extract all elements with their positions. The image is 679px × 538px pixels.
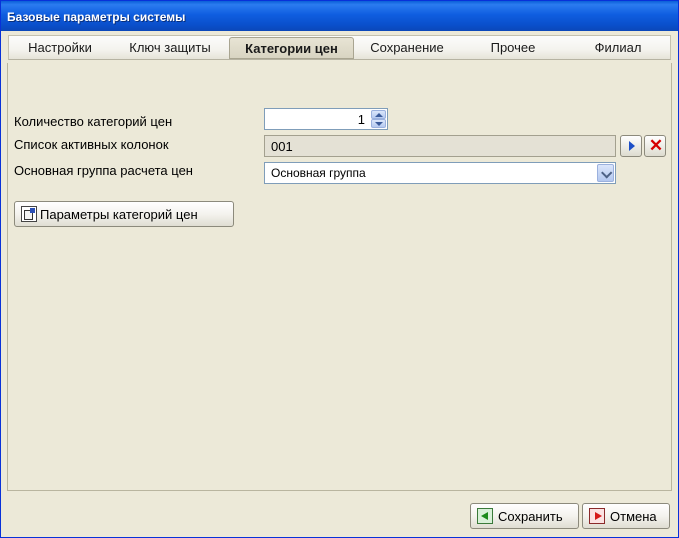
active-columns-label: Список активных колонок [14, 137, 169, 152]
main-price-group-value: Основная группа [271, 166, 366, 180]
cancel-button[interactable]: Отмена [582, 503, 670, 529]
clear-columns-button[interactable]: ✕ [644, 135, 666, 157]
stepper-buttons [371, 110, 386, 128]
save-icon [477, 508, 493, 524]
settings-sheet-icon [21, 206, 37, 222]
save-button[interactable]: Сохранить [470, 503, 579, 529]
window-title: Базовые параметры системы [7, 10, 186, 24]
save-button-label: Сохранить [498, 509, 563, 524]
active-columns-field: 001 [264, 135, 616, 157]
dialog-window: Базовые параметры системы Настройки Ключ… [0, 0, 679, 538]
tab-strip: Настройки Ключ защиты Категории цен Сохр… [8, 35, 671, 60]
tab-prochee[interactable]: Прочее [469, 36, 557, 59]
cancel-button-label: Отмена [610, 509, 657, 524]
cancel-icon [589, 508, 605, 524]
tab-kategorii-tsen[interactable]: Категории цен [229, 37, 354, 59]
client-area: Настройки Ключ защиты Категории цен Сохр… [4, 31, 675, 535]
price-categories-count-label: Количество категорий цен [14, 114, 173, 129]
active-columns-value: 001 [271, 139, 293, 154]
tab-panel: Количество категорий цен 1 Список активн… [7, 63, 672, 491]
tab-filial[interactable]: Филиал [572, 36, 664, 59]
title-bar[interactable]: Базовые параметры системы [1, 1, 678, 31]
close-icon: ✕ [648, 136, 664, 155]
select-columns-button[interactable] [620, 135, 642, 157]
tab-sokhranenie[interactable]: Сохранение [357, 36, 457, 59]
price-category-params-label: Параметры категорий цен [40, 207, 198, 222]
main-price-group-label: Основная группа расчета цен [14, 163, 193, 178]
main-price-group-select[interactable]: Основная группа [264, 162, 616, 184]
price-categories-count-stepper[interactable]: 1 [264, 108, 388, 130]
price-category-params-button[interactable]: Параметры категорий цен [14, 201, 234, 227]
decrement-icon[interactable] [371, 119, 386, 128]
tab-nastroyki[interactable]: Настройки [12, 36, 108, 59]
arrow-right-icon [629, 141, 635, 151]
tab-klyuch-zashchity[interactable]: Ключ защиты [114, 36, 226, 59]
footer-bar: Сохранить Отмена [4, 493, 675, 535]
price-categories-count-value: 1 [357, 112, 365, 127]
increment-icon[interactable] [371, 110, 386, 119]
chevron-down-icon[interactable] [597, 164, 614, 182]
